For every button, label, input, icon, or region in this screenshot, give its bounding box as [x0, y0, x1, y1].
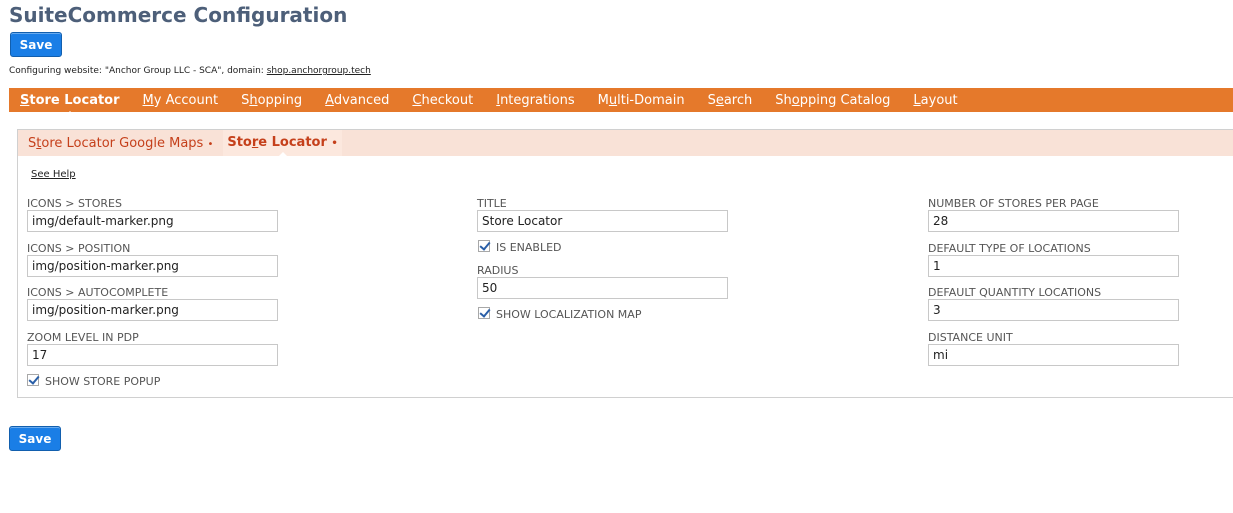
save-button-top[interactable]: Save — [10, 32, 62, 57]
page-title: SuiteCommerce Configuration — [9, 3, 348, 27]
save-button-bottom[interactable]: Save — [9, 426, 61, 451]
icons-autocomplete-input[interactable] — [27, 299, 278, 321]
nav-tab-checkout[interactable]: Checkout — [412, 93, 473, 108]
nav-tab-shopping-catalog[interactable]: Shopping Catalog — [775, 93, 890, 108]
radius-input[interactable] — [477, 277, 728, 299]
see-help-link[interactable]: See Help — [31, 169, 76, 180]
title-input[interactable] — [477, 210, 728, 232]
icons-autocomplete-label: ICONS > AUTOCOMPLETE — [27, 286, 169, 299]
icons-position-input[interactable] — [27, 255, 278, 277]
nav-tab-store-locator[interactable]: Store Locator — [20, 93, 120, 116]
is-enabled-checkbox[interactable] — [478, 240, 490, 252]
title-label: TITLE — [477, 197, 507, 210]
is-enabled-checkbox-row: IS ENABLED — [478, 238, 562, 254]
subtab-store-locator[interactable]: Store Locator • — [223, 130, 342, 157]
stores-per-page-input[interactable] — [928, 210, 1179, 232]
is-enabled-label: IS ENABLED — [496, 241, 562, 254]
show-store-popup-checkbox[interactable] — [27, 374, 39, 386]
zoom-level-input[interactable] — [27, 344, 278, 366]
nav-tab-integrations[interactable]: Integrations — [496, 93, 574, 108]
default-quantity-locations-label: DEFAULT QUANTITY LOCATIONS — [928, 286, 1102, 299]
nav-tab-search[interactable]: Search — [708, 93, 753, 108]
distance-unit-label: DISTANCE UNIT — [928, 331, 1013, 344]
radius-label: RADIUS — [477, 264, 519, 277]
icons-stores-label: ICONS > STORES — [27, 197, 122, 210]
show-store-popup-label: SHOW STORE POPUP — [45, 375, 161, 388]
subtab-store-locator-google-maps[interactable]: Store Locator Google Maps • — [28, 136, 213, 151]
distance-unit-input[interactable] — [928, 344, 1179, 366]
default-type-locations-input[interactable] — [928, 255, 1179, 277]
zoom-level-label: ZOOM LEVEL IN PDP — [27, 331, 139, 344]
subtab-bar: Store Locator Google Maps • Store Locato… — [18, 130, 1233, 157]
show-localization-map-checkbox[interactable] — [478, 307, 490, 319]
nav-tab-layout[interactable]: Layout — [913, 93, 957, 108]
main-nav-bar: Store Locator My Account Shopping Advanc… — [9, 88, 1233, 116]
icons-position-label: ICONS > POSITION — [27, 242, 131, 255]
nav-tab-advanced[interactable]: Advanced — [325, 93, 389, 108]
default-type-locations-label: DEFAULT TYPE OF LOCATIONS — [928, 242, 1091, 255]
config-info-prefix: Configuring website: "Anchor Group LLC -… — [9, 66, 267, 76]
nav-tab-shopping[interactable]: Shopping — [241, 93, 302, 108]
default-quantity-locations-input[interactable] — [928, 299, 1179, 321]
config-info: Configuring website: "Anchor Group LLC -… — [9, 66, 371, 76]
show-localization-map-label: SHOW LOCALIZATION MAP — [496, 308, 642, 321]
nav-tab-multi-domain[interactable]: Multi-Domain — [598, 93, 685, 108]
show-localization-map-checkbox-row: SHOW LOCALIZATION MAP — [478, 305, 641, 321]
stores-per-page-label: NUMBER OF STORES PER PAGE — [928, 197, 1099, 210]
domain-link[interactable]: shop.anchorgroup.tech — [267, 66, 371, 76]
nav-tab-my-account[interactable]: My Account — [143, 93, 219, 108]
show-store-popup-checkbox-row: SHOW STORE POPUP — [27, 372, 160, 388]
icons-stores-input[interactable] — [27, 210, 278, 232]
